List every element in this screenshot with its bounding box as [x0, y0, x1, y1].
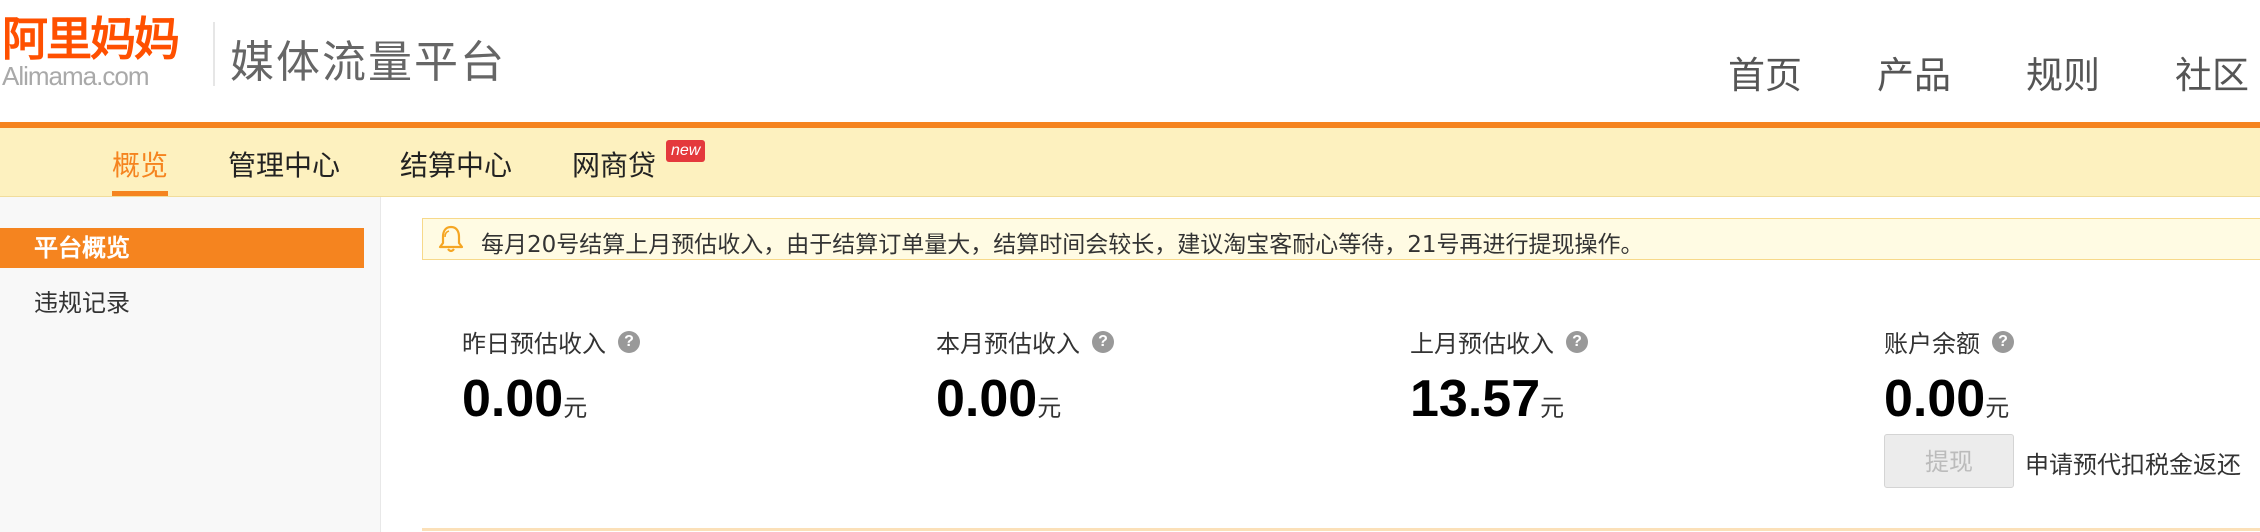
logo-cn-text: 阿里妈妈 [2, 12, 180, 66]
top-nav-products[interactable]: 产品 [1877, 45, 1951, 99]
settlement-notice: 每月20号结算上月预估收入，由于结算订单量大，结算时间会较长，建议淘宝客耐心等待… [422, 218, 2260, 260]
sub-nav: 概览 管理中心 结算中心 网商贷 [0, 128, 2260, 197]
stat-label: 账户余额 [1884, 330, 1980, 358]
sidebar: 平台概览 违规记录 [0, 197, 381, 532]
help-icon[interactable]: ? [618, 330, 640, 353]
top-nav-rules[interactable]: 规则 [2026, 45, 2100, 99]
subnav-online-loan[interactable]: 网商贷 [572, 144, 656, 184]
help-icon[interactable]: ? [1992, 330, 2014, 353]
header: 阿里妈妈 Alimama.com 媒体流量平台 首页 产品 规则 社区 [0, 0, 2260, 122]
platform-title: 媒体流量平台 [230, 37, 506, 88]
logo-divider [213, 22, 215, 86]
stat-unit: 元 [1540, 394, 1565, 422]
stat-this-month-income: 本月预估收入 ? 0.00元 [936, 324, 1114, 429]
stat-label: 本月预估收入 [936, 330, 1080, 358]
stat-unit: 元 [563, 394, 588, 422]
stat-unit: 元 [1037, 394, 1062, 422]
help-icon[interactable]: ? [1566, 330, 1588, 353]
stat-value: 0.00 [936, 370, 1038, 428]
help-icon[interactable]: ? [1092, 330, 1114, 353]
subnav-settlement-center[interactable]: 结算中心 [400, 144, 512, 184]
top-nav: 首页 产品 规则 社区 [1728, 45, 2260, 99]
sidebar-item-platform-overview[interactable]: 平台概览 [0, 228, 364, 268]
subnav-overview[interactable]: 概览 [112, 144, 168, 184]
withdraw-button[interactable]: 提现 [1884, 434, 2014, 488]
stat-value: 0.00 [462, 370, 564, 428]
stat-yesterday-income: 昨日预估收入 ? 0.00元 [462, 324, 640, 429]
section-divider [422, 528, 2260, 531]
top-nav-community[interactable]: 社区 [2175, 45, 2249, 99]
stat-account-balance: 账户余额 ? 0.00元 [1884, 324, 2014, 429]
stat-label: 上月预估收入 [1410, 330, 1554, 358]
notice-text: 每月20号结算上月预估收入，由于结算订单量大，结算时间会较长，建议淘宝客耐心等待… [481, 232, 1644, 258]
stat-value: 0.00 [1884, 370, 1986, 428]
tax-refund-link[interactable]: 申请预代扣税金返还 [2025, 445, 2241, 480]
logo-en-text: Alimama.com [2, 61, 149, 91]
stat-label: 昨日预估收入 [462, 330, 606, 358]
stat-unit: 元 [1985, 394, 2010, 422]
alimama-logo[interactable]: 阿里妈妈 Alimama.com [2, 12, 180, 91]
top-nav-home[interactable]: 首页 [1728, 45, 1802, 99]
subnav-management-center[interactable]: 管理中心 [228, 144, 340, 184]
stat-value: 13.57 [1410, 370, 1541, 428]
sidebar-item-violation-records[interactable]: 违规记录 [0, 283, 364, 323]
new-badge: new [666, 140, 706, 162]
stat-last-month-income: 上月预估收入 ? 13.57元 [1410, 324, 1588, 429]
bell-icon [438, 225, 464, 253]
subnav-active-indicator [112, 191, 168, 196]
